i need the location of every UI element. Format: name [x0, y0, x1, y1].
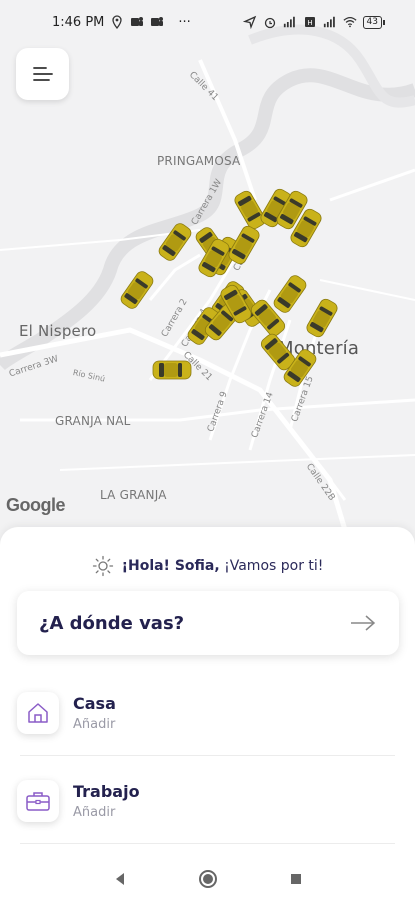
teams-icon	[151, 17, 164, 26]
battery-icon: 43	[362, 15, 385, 29]
signal-icon	[283, 16, 295, 28]
home-icon-tile	[17, 692, 59, 734]
menu-icon	[32, 67, 53, 81]
divider	[20, 843, 395, 844]
divider	[20, 755, 395, 756]
briefcase-icon	[26, 792, 50, 811]
alarm-icon	[264, 17, 275, 29]
taxi-car-icon	[234, 190, 266, 230]
briefcase-icon-tile	[17, 780, 59, 822]
status-more: ···	[178, 14, 191, 30]
place-work[interactable]: Trabajo Añadir	[17, 770, 397, 832]
greeting-text: ¡Vamos por ti!	[224, 558, 324, 574]
place-home-title: Casa	[73, 694, 116, 713]
greeting: ¡Hola! Sofia, ¡Vamos por ti!	[0, 555, 415, 577]
menu-button[interactable]	[16, 48, 69, 100]
teams-icon	[131, 17, 144, 26]
taxi-car-icon	[306, 298, 338, 338]
signal-icon	[323, 16, 335, 28]
place-home[interactable]: Casa Añadir	[17, 682, 397, 744]
system-nav-bar	[0, 858, 415, 900]
destination-prompt: ¿A dónde vas?	[39, 612, 185, 634]
recents-icon[interactable]	[288, 871, 304, 887]
home-icon	[28, 703, 48, 723]
svg-text:H: H	[307, 19, 312, 27]
status-bar: 1:46 PM ··· H 43	[0, 0, 415, 44]
location-icon	[112, 15, 123, 29]
status-time: 1:46 PM	[52, 14, 105, 30]
greeting-name: ¡Hola! Sofia,	[121, 558, 220, 574]
taxi-car-icon	[273, 275, 307, 313]
bottom-sheet: ¡Hola! Sofia, ¡Vamos por ti! ¿A dónde va…	[0, 527, 415, 900]
google-logo: Google	[6, 495, 66, 515]
taxi-car-icon	[158, 223, 192, 261]
destination-search[interactable]: ¿A dónde vas?	[17, 591, 399, 655]
sim-icon: H	[304, 17, 315, 27]
sun-icon	[92, 555, 113, 577]
place-work-subtitle: Añadir	[73, 805, 116, 820]
taxi-car-icon	[152, 360, 192, 380]
place-home-subtitle: Añadir	[73, 717, 116, 732]
wifi-icon	[343, 17, 357, 28]
navigation-icon	[242, 15, 256, 29]
home-circle-icon[interactable]	[198, 869, 218, 889]
battery-level: 43	[362, 15, 382, 29]
arrow-right-icon[interactable]	[349, 613, 377, 633]
taxi-car-icon	[120, 271, 154, 309]
back-icon[interactable]	[112, 871, 128, 887]
place-work-title: Trabajo	[73, 782, 140, 801]
